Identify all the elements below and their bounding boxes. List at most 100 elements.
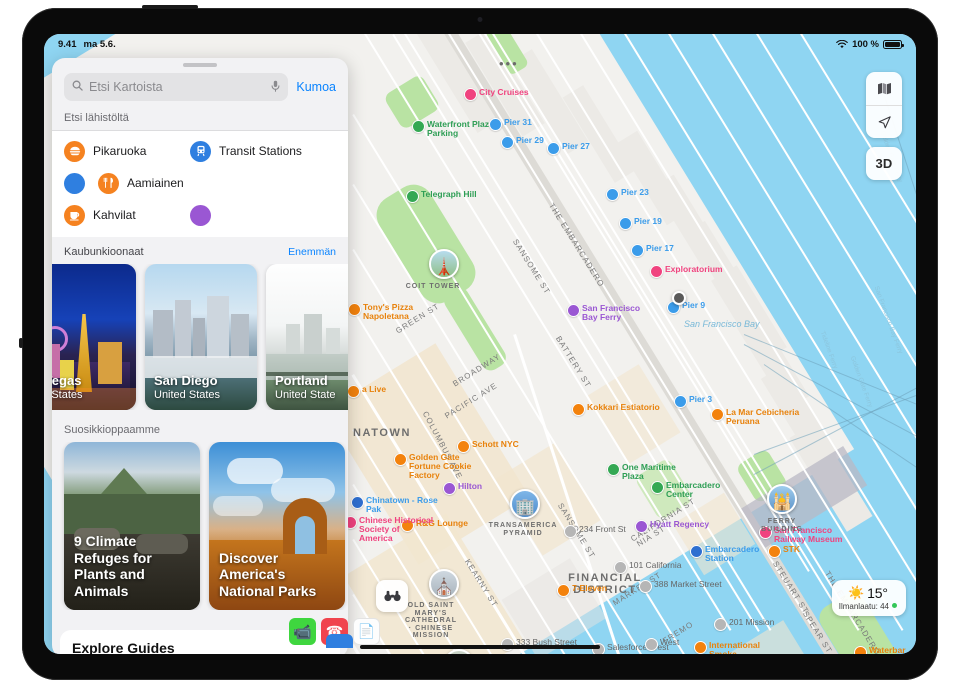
volume-button[interactable] (19, 338, 23, 348)
map-poi-pin[interactable] (547, 142, 560, 155)
map-poi[interactable]: Chinese Historical Society of America (344, 515, 435, 544)
map-poi[interactable]: Pier 19 (619, 216, 662, 230)
map-poi-pin[interactable] (348, 303, 361, 316)
category-item-aamiainen[interactable]: Aamiainen (98, 170, 224, 196)
landmark-pin-transamerica[interactable]: 🏢 (510, 489, 540, 519)
map-poi[interactable]: Exploratorium (650, 264, 723, 278)
map-poi[interactable]: 234 Front St (564, 524, 626, 538)
map-poi-pin[interactable] (557, 584, 570, 597)
map-poi-pin[interactable] (607, 463, 620, 476)
map-poi[interactable]: San Francisco Bay Ferry (567, 303, 658, 322)
files-icon[interactable]: 📄 (353, 618, 380, 645)
landmark-pin-coit-tower[interactable]: 🗼 (429, 249, 459, 279)
landmark-pin-old-saint-marys[interactable]: ⛪ (429, 569, 459, 599)
map-poi[interactable]: Pier 3 (674, 394, 712, 408)
map-poi[interactable]: Pier 23 (606, 187, 649, 201)
map-poi-pin[interactable] (572, 403, 585, 416)
map-poi[interactable]: 7-Eleven (557, 583, 607, 597)
map-poi-pin[interactable] (694, 641, 707, 654)
map-poi[interactable]: West (645, 637, 679, 651)
guide-card-national-parks[interactable]: Discover America's National Parks (209, 442, 345, 610)
map-poi-pin[interactable] (501, 136, 514, 149)
map-poi[interactable]: San Francisco Railway Museum (759, 525, 850, 544)
map-poi[interactable]: Embarcadero Station (690, 544, 781, 563)
map-poi-pin[interactable] (564, 525, 577, 538)
map-poi-pin[interactable] (639, 580, 652, 593)
guide-card-climate-refuges[interactable]: 9 Climate Refuges for Plants and Animals (64, 442, 200, 610)
map-poi[interactable]: La Mar Cebicheria Peruana (711, 407, 802, 426)
app-blue-icon[interactable] (326, 634, 353, 648)
map-poi[interactable]: Hilton (443, 481, 482, 495)
map-poi-pin[interactable] (631, 244, 644, 257)
map-poi[interactable]: Schott NYC (457, 439, 519, 453)
home-indicator[interactable] (360, 645, 600, 649)
map-poi-pin[interactable] (619, 217, 632, 230)
city-card-portland[interactable]: Portland United State (266, 264, 348, 410)
map-poi[interactable]: Pier 9 (667, 300, 705, 314)
map-poi[interactable]: Tony's Pizza Napoletana (348, 302, 439, 321)
map-poi-pin[interactable] (711, 408, 724, 421)
look-around-button[interactable] (376, 580, 408, 612)
favorite-guides-scroller[interactable]: 9 Climate Refuges for Plants and Animals… (52, 442, 348, 610)
map-poi-pin[interactable] (489, 118, 502, 131)
map-poi[interactable]: Golden Gate Fortune Cookie Factory (394, 452, 485, 481)
map-poi-pin[interactable] (674, 395, 687, 408)
map-poi[interactable]: One Maritime Plaza (607, 462, 698, 481)
category-item-pikaruoka[interactable]: Pikaruoka (64, 138, 190, 164)
landmark-pin-ferry-building[interactable]: 🕌 (767, 484, 797, 514)
city-card-las-vegas[interactable]: s Vegas ted States (52, 264, 136, 410)
category-item-kahvilat[interactable]: Kahvilat (64, 202, 190, 228)
map-poi-pin[interactable] (394, 453, 407, 466)
map-poi[interactable]: a Live (347, 384, 386, 398)
location-arrow-icon[interactable] (866, 105, 902, 138)
search-cancel-button[interactable]: Kumoa (296, 80, 336, 94)
map-poi[interactable]: 101 California (614, 560, 681, 574)
map-layers-icon[interactable] (866, 72, 902, 105)
map-poi[interactable]: Hyatt Regency (635, 519, 709, 533)
map-poi[interactable]: Pier 17 (631, 243, 674, 257)
map-poi-pin[interactable] (443, 482, 456, 495)
map-poi-pin[interactable] (347, 385, 360, 398)
map-poi[interactable]: Telegraph Hill (406, 189, 477, 203)
map-poi-pin[interactable] (854, 646, 867, 654)
map-poi-pin[interactable] (714, 618, 727, 631)
search-input[interactable]: Etsi Kartoista (64, 73, 289, 101)
three-d-button[interactable]: 3D (866, 147, 902, 180)
microphone-icon[interactable] (271, 80, 280, 95)
map-poi[interactable]: Chinatown - Rose Pak (351, 495, 442, 514)
category-item-clipped-1[interactable] (64, 170, 98, 196)
map-poi-pin[interactable] (614, 561, 627, 574)
power-button[interactable] (142, 5, 198, 9)
facetime-icon[interactable]: 📹 (289, 618, 316, 645)
map-poi[interactable]: Pier 31 (489, 117, 532, 131)
category-item-transit-stations[interactable]: Transit Stations (190, 138, 316, 164)
category-item-clipped-2[interactable] (190, 202, 224, 228)
map-poi[interactable]: Kokkari Estiatorio (572, 402, 660, 416)
map-poi-pin[interactable] (690, 545, 703, 558)
map-poi-pin[interactable] (457, 440, 470, 453)
map-poi[interactable]: International Smoke (694, 640, 785, 654)
map-poi[interactable]: Waterbar (854, 645, 906, 654)
map-poi[interactable]: Pier 29 (501, 135, 544, 149)
city-guides-more-button[interactable]: Enemmän (288, 246, 336, 258)
map-poi[interactable]: Embarcadero Center (651, 480, 742, 499)
weather-widget[interactable]: ☀️ 15° Ilmanlaatu: 44 (831, 580, 906, 616)
map-poi[interactable]: 201 Mission (714, 617, 774, 631)
map-poi[interactable]: City Cruises (464, 87, 529, 101)
map-poi-pin[interactable] (645, 638, 658, 651)
map-poi-pin[interactable] (635, 520, 648, 533)
map-poi-pin[interactable] (606, 188, 619, 201)
map-poi-pin[interactable] (651, 481, 664, 494)
map-poi-pin[interactable] (464, 88, 477, 101)
map-poi-pin[interactable] (567, 304, 580, 317)
map-poi-pin[interactable] (650, 265, 663, 278)
maps-sidebar[interactable]: Etsi Kartoista Kumoa Etsi lähistöltä Pik… (52, 58, 348, 654)
map-poi-pin[interactable] (759, 526, 772, 539)
sidebar-grabber[interactable] (183, 63, 217, 67)
city-guides-scroller[interactable]: s Vegas ted States San (52, 264, 348, 410)
city-card-san-diego[interactable]: San Diego United States (145, 264, 257, 410)
map-poi-pin[interactable] (412, 120, 425, 133)
map-poi-pin[interactable] (351, 496, 364, 509)
map-poi[interactable]: Pier 27 (547, 141, 590, 155)
map-poi-pin[interactable] (406, 190, 419, 203)
